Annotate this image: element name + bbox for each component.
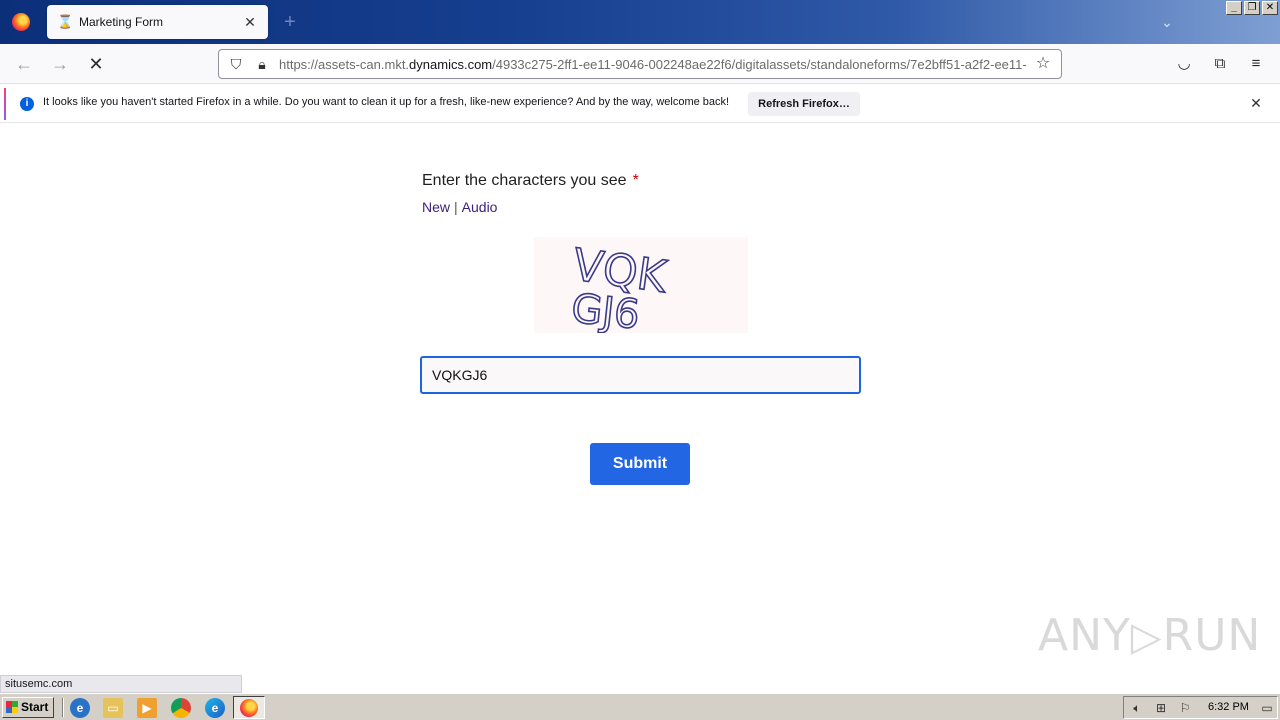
link-status-bar: situsemc.com [0,675,242,693]
url-prefix: https://assets-can.mkt. [279,56,410,72]
new-tab-button[interactable]: + [280,12,300,32]
action-center-flag-icon[interactable]: ⚐ [1178,701,1192,715]
internet-explorer-icon[interactable]: e [70,698,90,718]
start-button[interactable]: Start [2,697,54,718]
required-marker: * [632,172,639,189]
close-window-button[interactable]: ✕ [1262,1,1278,15]
lock-icon[interactable]: 🔒︎ [253,55,271,73]
tracking-shield-icon[interactable]: ⛉ [227,55,245,73]
url-host: dynamics.com [409,56,493,72]
window-controls: _ ❐ ✕ [1226,1,1278,15]
network-icon[interactable]: ⊞ [1154,701,1168,715]
stop-loading-icon[interactable]: ✕ [84,52,108,76]
captcha-audio-link[interactable]: Audio [462,199,498,215]
captcha-new-link[interactable]: New [422,199,450,215]
back-arrow-icon[interactable]: ← [12,52,36,76]
tab-close-icon[interactable]: ✕ [242,14,258,30]
notification-bar: i It looks like you haven't started Fire… [0,85,1280,123]
taskbar-separator [62,698,64,717]
tab-title: Marketing Form [79,15,164,29]
notification-close-icon[interactable]: ✕ [1248,95,1264,111]
taskbar-firefox-icon [240,699,258,717]
firefox-logo-icon [12,13,30,31]
windows-taskbar: Start e ▭ ▶ e 🔈︎ ⊞ ⚐ 6:32 PM ▭ [0,693,1280,720]
screen: ⌛ Marketing Form ✕ + ⌄ _ ❐ ✕ ← → ✕ ⛉ 🔒︎ … [0,0,1280,720]
captcha-link-separator: | [454,199,458,215]
extensions-icon[interactable]: ⧉ [1210,54,1230,74]
file-explorer-icon[interactable]: ▭ [103,698,123,718]
windows-flag-icon [6,701,18,713]
watermark-text-left: ANY [1038,610,1131,661]
show-desktop-icon[interactable]: ▭ [1260,701,1274,715]
pocket-icon[interactable]: ◡ [1174,54,1194,74]
media-player-icon[interactable]: ▶ [137,698,157,718]
play-triangle-icon: ▷ [1130,614,1163,660]
taskbar-firefox-button[interactable] [233,696,265,719]
info-icon: i [20,97,34,111]
url-path: /4933c275-2ff1-ee11-9046-002248ae22f6/di… [492,56,1027,72]
address-bar[interactable]: ⛉ 🔒︎ https://assets-can.mkt.dynamics.com… [218,49,1062,79]
chrome-icon[interactable] [171,698,191,718]
hourglass-icon: ⌛ [57,14,74,29]
list-all-tabs-button[interactable]: ⌄ [1157,12,1177,32]
restore-button[interactable]: ❐ [1244,1,1260,15]
browser-titlebar: ⌛ Marketing Form ✕ + ⌄ _ ❐ ✕ [0,0,1280,44]
captcha-label-text: Enter the characters you see [422,172,627,189]
refresh-firefox-button[interactable]: Refresh Firefox… [748,92,860,116]
system-tray: 🔈︎ ⊞ ⚐ 6:32 PM ▭ [1123,696,1278,719]
start-label: Start [21,700,49,714]
anyrun-watermark-logo: ANY▷RUN [1038,610,1261,661]
forward-arrow-icon[interactable]: → [48,52,72,76]
tab-marketing-form[interactable]: ⌛ Marketing Form ✕ [47,5,268,39]
bookmark-star-icon[interactable]: ☆ [1033,54,1053,74]
captcha-text-line2: GJ6 [569,286,642,333]
page-content: Enter the characters you see * New | Audio … [0,124,1280,674]
volume-icon[interactable]: 🔈︎ [1130,701,1144,715]
edge-icon[interactable]: e [205,698,225,718]
captcha-links: New | Audio [422,199,497,215]
notification-message: It looks like you haven't started Firefo… [43,96,730,108]
hamburger-menu-icon[interactable]: ≡ [1246,54,1266,74]
captcha-label: Enter the characters you see * [422,172,639,190]
captcha-input[interactable] [420,356,861,394]
submit-button[interactable]: Submit [590,443,690,485]
minimize-button[interactable]: _ [1226,1,1242,15]
firefox-menu-button[interactable] [0,0,42,44]
notification-accent [4,88,6,120]
url-text[interactable]: https://assets-can.mkt.dynamics.com/4933… [279,57,1033,72]
watermark-text-right: RUN [1162,610,1262,661]
clock: 6:32 PM [1208,701,1249,713]
captcha-image: VQK GJ6 [534,237,748,333]
navigation-toolbar: ← → ✕ ⛉ 🔒︎ https://assets-can.mkt.dynami… [0,44,1280,84]
